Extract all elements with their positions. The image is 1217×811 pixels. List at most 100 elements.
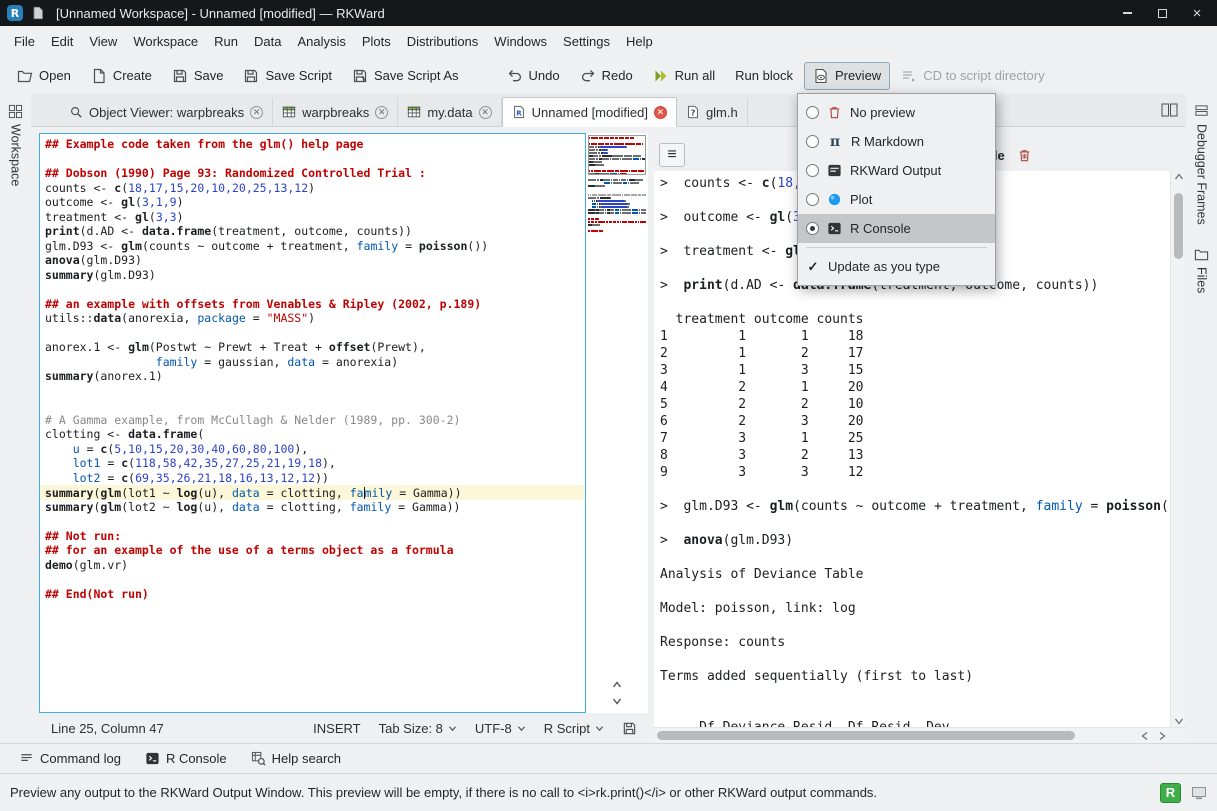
run-all-button[interactable]: Run all [644, 62, 724, 90]
close-button[interactable]: × [1183, 2, 1211, 24]
chevron-up-icon[interactable] [1174, 173, 1184, 181]
editor-line [45, 282, 585, 297]
run-block-button[interactable]: Run block [726, 62, 802, 89]
editor-code: ## Example code taken from the glm() hel… [45, 137, 585, 601]
minimap-line [588, 230, 646, 232]
undo-button[interactable]: Undo [498, 62, 569, 90]
tab-3[interactable]: R Unnamed [modified] ✕ [502, 97, 677, 127]
radio-icon [806, 135, 819, 148]
r-console-button[interactable]: R Console [138, 748, 234, 769]
save-script-button[interactable]: Save Script [234, 62, 340, 90]
window-menu-icon[interactable] [31, 6, 45, 20]
menu-plots[interactable]: Plots [354, 30, 399, 53]
preview-menu-item-r-console[interactable]: R Console [798, 214, 995, 243]
close-tab-icon[interactable]: ✕ [375, 106, 388, 119]
console-horizontal-scrollbar[interactable] [654, 727, 1186, 743]
tab-2[interactable]: my.data ✕ [398, 98, 501, 126]
tab-4[interactable]: ? glm.h [677, 98, 748, 126]
minimize-button[interactable] [1113, 2, 1141, 24]
workspace-toolview-button[interactable]: Workspace [8, 104, 23, 186]
close-tab-icon[interactable]: ✕ [250, 106, 263, 119]
scroll-right-button[interactable] [1153, 728, 1170, 743]
menu-view[interactable]: View [81, 30, 125, 53]
radio-icon [806, 222, 819, 235]
folder-open-icon [17, 68, 33, 84]
minimap-line [588, 191, 646, 193]
console-vertical-scrollbar[interactable] [1170, 171, 1186, 727]
save-status-button[interactable] [622, 721, 637, 736]
editor-line: outcome <- gl(3,1,9) [45, 195, 585, 210]
tab-label: glm.h [706, 105, 738, 120]
menu-item-label: R Markdown [851, 134, 924, 149]
editor-line: lot1 = c(118,58,42,35,27,25,21,19,18), [45, 456, 585, 471]
minimap-line [588, 215, 646, 217]
menu-analysis[interactable]: Analysis [289, 30, 353, 53]
chevron-left-icon [1141, 731, 1149, 741]
scroll-left-button[interactable] [1136, 728, 1153, 743]
menu-item-label: Update as you type [828, 259, 940, 274]
minimap-line [588, 209, 646, 211]
preview-menu-item-no-preview[interactable]: No preview [798, 98, 995, 127]
update-as-you-type-toggle[interactable]: ✓ Update as you type [798, 252, 995, 281]
open-button[interactable]: Open [8, 62, 80, 90]
preview-menu-item-plot[interactable]: Plot [798, 185, 995, 214]
main-area: Workspace Object Viewer: warpbreaks ✕ [0, 94, 1217, 743]
split-view-button[interactable] [1161, 103, 1178, 117]
scrollbar-track[interactable] [654, 728, 1136, 743]
radio-icon [806, 106, 819, 119]
menu-settings[interactable]: Settings [555, 30, 618, 53]
save-button[interactable]: Save [163, 62, 233, 90]
r-engine-status-badge[interactable]: R [1160, 783, 1181, 803]
redo-icon [580, 68, 596, 84]
preview-button[interactable]: Preview [804, 62, 890, 90]
scrollbar-thumb[interactable] [1174, 193, 1183, 259]
menu-file[interactable]: File [6, 30, 43, 53]
menu-help[interactable]: Help [618, 30, 661, 53]
tab-1[interactable]: warpbreaks ✕ [273, 98, 398, 126]
files-toolview-button[interactable]: Files [1194, 247, 1209, 293]
create-button[interactable]: Create [82, 62, 161, 90]
undo-icon [507, 68, 523, 84]
chevron-down-icon[interactable] [1174, 717, 1184, 725]
redo-button[interactable]: Redo [571, 62, 642, 90]
console-line: Analysis of Deviance Table [660, 566, 1170, 583]
minimap-line [588, 200, 646, 202]
minimap-viewport[interactable] [588, 135, 646, 175]
console-line: 2 1 2 17 [660, 345, 1170, 362]
menu-workspace[interactable]: Workspace [125, 30, 206, 53]
console-line [660, 294, 1170, 311]
editor-minimap[interactable] [588, 135, 646, 233]
menubar: File Edit View Workspace Run Data Analys… [0, 26, 1217, 57]
scrollbar-thumb[interactable] [657, 731, 1075, 740]
menu-edit[interactable]: Edit [43, 30, 81, 53]
close-tab-icon[interactable]: ✕ [654, 106, 667, 119]
pane-menu-button[interactable]: ≡ [659, 143, 685, 167]
preview-menu-item-r-markdown[interactable]: π R Markdown [798, 127, 995, 156]
encoding-select[interactable]: UTF-8 [475, 721, 526, 736]
filetype-select[interactable]: R Script [544, 721, 604, 736]
cd-to-script-directory-button[interactable]: CD to script directory [892, 62, 1053, 90]
tab-size-select[interactable]: Tab Size: 8 [379, 721, 457, 736]
close-tab-icon[interactable]: ✕ [479, 106, 492, 119]
button-label: Undo [529, 68, 560, 83]
save-script-as-button[interactable]: Save Script As [343, 62, 468, 90]
preview-menu-item-rkward-output[interactable]: RKWard Output [798, 156, 995, 185]
debugger-frames-toolview-button[interactable]: Debugger Frames [1194, 104, 1209, 225]
menu-distributions[interactable]: Distributions [399, 30, 487, 53]
trash-icon[interactable] [1017, 148, 1032, 163]
help-search-button[interactable]: Help search [244, 748, 348, 769]
minimap-line [588, 212, 646, 214]
scroll-up-button[interactable] [606, 678, 628, 692]
tab-0[interactable]: Object Viewer: warpbreaks ✕ [60, 98, 273, 126]
menu-windows[interactable]: Windows [486, 30, 555, 53]
maximize-button[interactable] [1148, 2, 1176, 24]
command-log-button[interactable]: Command log [12, 748, 128, 769]
insert-mode-button[interactable]: INSERT [313, 721, 360, 736]
script-editor[interactable]: ## Example code taken from the glm() hel… [39, 133, 586, 713]
menu-data[interactable]: Data [246, 30, 289, 53]
radio-icon [806, 193, 819, 206]
menu-run[interactable]: Run [206, 30, 246, 53]
editor-line: counts <- c(18,17,15,20,10,20,25,13,12) [45, 181, 585, 196]
display-status-icon[interactable] [1191, 786, 1207, 800]
scroll-down-button[interactable] [606, 694, 628, 708]
